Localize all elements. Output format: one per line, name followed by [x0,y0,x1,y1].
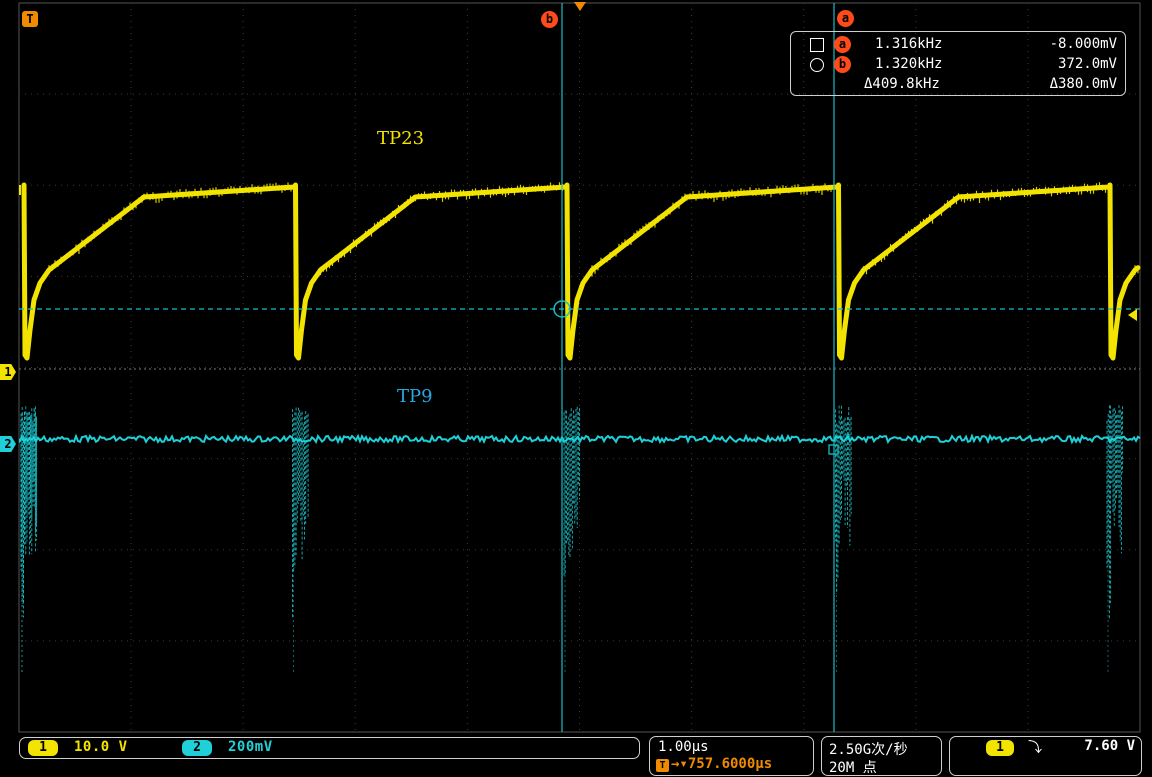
timebase-value: 1.00μs [658,739,709,755]
readout-row-b: b 1.320kHz 372.0mV [809,55,1119,75]
readout-row-a: a 1.316kHz -8.000mV [809,35,1119,55]
oscilloscope-screen [0,0,1152,774]
cursor-a-top-marker[interactable]: a [837,10,854,27]
channel-scale-panel[interactable]: 1 10.0 V 2 200mV [19,737,640,759]
channel-2-scale: 200mV [228,739,273,755]
cursor-readout-panel[interactable]: a 1.316kHz -8.000mV b 1.320kHz 372.0mV Δ… [790,31,1126,96]
circle-icon [810,58,824,72]
trigger-level: 7.60 V [1084,738,1135,754]
record-length: 20M 点 [829,760,877,776]
cursor-b-marker-icon: b [834,56,851,73]
trigger-position-icon: T [656,759,669,772]
trigger-panel[interactable]: 1 ⤵ 7.60 V [949,736,1142,776]
readout-b-frequency: 1.320kHz [875,56,943,72]
trace-label-tp23: TP23 [377,128,425,149]
cursor-b-top-marker[interactable]: b [541,11,558,28]
square-icon [810,38,824,52]
channel-2-badge[interactable]: 2 [182,740,212,756]
horizontal-panel[interactable]: 1.00μs T →▾757.6000μs [649,736,814,776]
trace-label-tp9: TP9 [397,386,433,407]
falling-edge-icon: ⤵ [1028,740,1042,756]
readout-delta-value: Δ380.0mV [1049,76,1117,92]
readout-b-value: 372.0mV [1057,56,1117,72]
sample-rate: 2.50G次/秒 [829,742,908,758]
channel-1-badge[interactable]: 1 [28,740,58,756]
trigger-position-value: →▾757.6000μs [671,756,773,772]
acquisition-panel[interactable]: 2.50G次/秒 20M 点 [821,736,942,776]
trigger-level-marker-icon[interactable] [1128,309,1137,321]
channel-1-scale: 10.0 V [74,739,128,755]
readout-a-value: -8.000mV [1049,36,1117,52]
trigger-time-pointer-icon [574,2,586,11]
readout-a-frequency: 1.316kHz [875,36,943,52]
trigger-source-badge[interactable]: 1 [986,740,1014,756]
trigger-position-marker[interactable]: T [22,11,38,27]
readout-delta-frequency: Δ409.8kHz [864,76,940,92]
cursor-a-marker-icon: a [834,36,851,53]
readout-row-delta: Δ409.8kHz Δ380.0mV [809,75,1119,95]
